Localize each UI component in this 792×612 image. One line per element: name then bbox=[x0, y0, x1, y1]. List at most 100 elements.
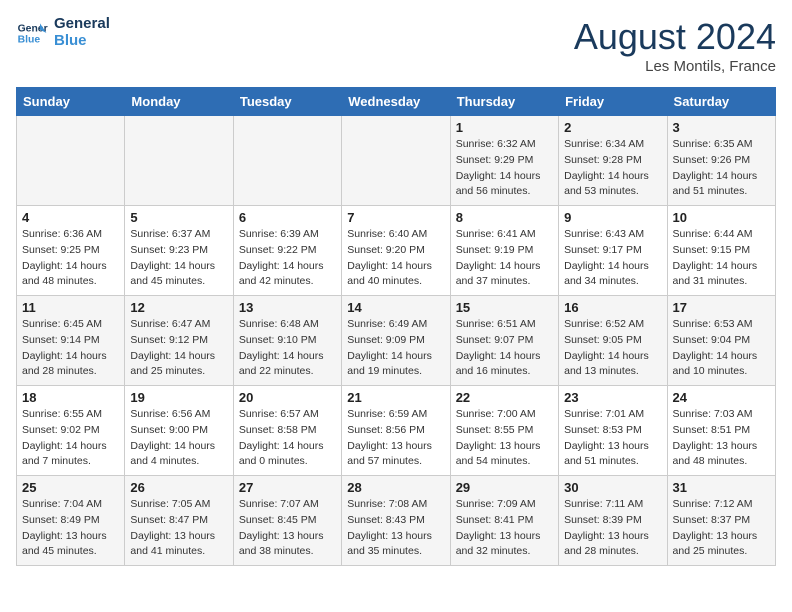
table-row: 22 Sunrise: 7:00 AMSunset: 8:55 PMDayligh… bbox=[450, 386, 558, 476]
day-number: 17 bbox=[673, 300, 770, 315]
day-info: Sunrise: 7:07 AMSunset: 8:45 PMDaylight:… bbox=[239, 497, 336, 560]
table-row: 26 Sunrise: 7:05 AMSunset: 8:47 PMDayligh… bbox=[125, 476, 233, 566]
day-number: 23 bbox=[564, 390, 661, 405]
day-info: Sunrise: 6:59 AMSunset: 8:56 PMDaylight:… bbox=[347, 407, 444, 470]
day-number: 20 bbox=[239, 390, 336, 405]
table-row: 9 Sunrise: 6:43 AMSunset: 9:17 PMDaylight… bbox=[559, 206, 667, 296]
day-number: 29 bbox=[456, 480, 553, 495]
table-row: 29 Sunrise: 7:09 AMSunset: 8:41 PMDayligh… bbox=[450, 476, 558, 566]
col-tuesday: Tuesday bbox=[233, 88, 341, 116]
day-info: Sunrise: 7:05 AMSunset: 8:47 PMDaylight:… bbox=[130, 497, 227, 560]
table-row: 19 Sunrise: 6:56 AMSunset: 9:00 PMDayligh… bbox=[125, 386, 233, 476]
day-number: 3 bbox=[673, 120, 770, 135]
table-row: 11 Sunrise: 6:45 AMSunset: 9:14 PMDayligh… bbox=[17, 296, 125, 386]
week-row-4: 18 Sunrise: 6:55 AMSunset: 9:02 PMDayligh… bbox=[17, 386, 776, 476]
day-info: Sunrise: 6:43 AMSunset: 9:17 PMDaylight:… bbox=[564, 227, 661, 290]
day-number: 9 bbox=[564, 210, 661, 225]
day-number: 26 bbox=[130, 480, 227, 495]
day-info: Sunrise: 7:11 AMSunset: 8:39 PMDaylight:… bbox=[564, 497, 661, 560]
day-number: 8 bbox=[456, 210, 553, 225]
day-info: Sunrise: 6:53 AMSunset: 9:04 PMDaylight:… bbox=[673, 317, 770, 380]
location-subtitle: Les Montils, France bbox=[574, 58, 776, 75]
day-info: Sunrise: 6:41 AMSunset: 9:19 PMDaylight:… bbox=[456, 227, 553, 290]
day-info: Sunrise: 6:32 AMSunset: 9:29 PMDaylight:… bbox=[456, 137, 553, 200]
table-row: 18 Sunrise: 6:55 AMSunset: 9:02 PMDayligh… bbox=[17, 386, 125, 476]
day-info: Sunrise: 6:57 AMSunset: 8:58 PMDaylight:… bbox=[239, 407, 336, 470]
day-number: 7 bbox=[347, 210, 444, 225]
day-info: Sunrise: 6:44 AMSunset: 9:15 PMDaylight:… bbox=[673, 227, 770, 290]
day-number: 11 bbox=[22, 300, 119, 315]
day-info: Sunrise: 6:51 AMSunset: 9:07 PMDaylight:… bbox=[456, 317, 553, 380]
day-info: Sunrise: 7:03 AMSunset: 8:51 PMDaylight:… bbox=[673, 407, 770, 470]
day-info: Sunrise: 7:12 AMSunset: 8:37 PMDaylight:… bbox=[673, 497, 770, 560]
col-monday: Monday bbox=[125, 88, 233, 116]
day-number: 28 bbox=[347, 480, 444, 495]
table-row: 3Sunrise: 6:35 AMSunset: 9:26 PMDaylight… bbox=[667, 116, 775, 206]
day-info: Sunrise: 6:49 AMSunset: 9:09 PMDaylight:… bbox=[347, 317, 444, 380]
day-number: 31 bbox=[673, 480, 770, 495]
day-info: Sunrise: 6:36 AMSunset: 9:25 PMDaylight:… bbox=[22, 227, 119, 290]
day-number: 12 bbox=[130, 300, 227, 315]
day-info: Sunrise: 7:09 AMSunset: 8:41 PMDaylight:… bbox=[456, 497, 553, 560]
day-number: 24 bbox=[673, 390, 770, 405]
week-row-1: 1 Sunrise: 6:32 AMSunset: 9:29 PMDaylight… bbox=[17, 116, 776, 206]
week-row-3: 11 Sunrise: 6:45 AMSunset: 9:14 PMDayligh… bbox=[17, 296, 776, 386]
table-row: 21 Sunrise: 6:59 AMSunset: 8:56 PMDayligh… bbox=[342, 386, 450, 476]
table-row: 28 Sunrise: 7:08 AMSunset: 8:43 PMDayligh… bbox=[342, 476, 450, 566]
day-number: 6 bbox=[239, 210, 336, 225]
table-row: 7Sunrise: 6:40 AMSunset: 9:20 PMDaylight… bbox=[342, 206, 450, 296]
day-number: 14 bbox=[347, 300, 444, 315]
table-row: 14 Sunrise: 6:49 AMSunset: 9:09 PMDayligh… bbox=[342, 296, 450, 386]
table-row bbox=[233, 116, 341, 206]
table-row bbox=[125, 116, 233, 206]
col-sunday: Sunday bbox=[17, 88, 125, 116]
title-block: August 2024 Les Montils, France bbox=[574, 16, 776, 75]
week-row-2: 4Sunrise: 6:36 AMSunset: 9:25 PMDaylight… bbox=[17, 206, 776, 296]
day-number: 15 bbox=[456, 300, 553, 315]
day-info: Sunrise: 7:00 AMSunset: 8:55 PMDaylight:… bbox=[456, 407, 553, 470]
table-row: 15 Sunrise: 6:51 AMSunset: 9:07 PMDayligh… bbox=[450, 296, 558, 386]
week-row-5: 25Sunrise: 7:04 AMSunset: 8:49 PMDayligh… bbox=[17, 476, 776, 566]
calendar-header-row: Sunday Monday Tuesday Wednesday Thursday… bbox=[17, 88, 776, 116]
logo-icon: General Blue bbox=[16, 17, 48, 49]
day-info: Sunrise: 7:01 AMSunset: 8:53 PMDaylight:… bbox=[564, 407, 661, 470]
table-row: 5Sunrise: 6:37 AMSunset: 9:23 PMDaylight… bbox=[125, 206, 233, 296]
day-info: Sunrise: 6:45 AMSunset: 9:14 PMDaylight:… bbox=[22, 317, 119, 380]
day-number: 5 bbox=[130, 210, 227, 225]
day-info: Sunrise: 6:56 AMSunset: 9:00 PMDaylight:… bbox=[130, 407, 227, 470]
day-info: Sunrise: 6:47 AMSunset: 9:12 PMDaylight:… bbox=[130, 317, 227, 380]
day-number: 1 bbox=[456, 120, 553, 135]
day-number: 21 bbox=[347, 390, 444, 405]
table-row: 24 Sunrise: 7:03 AMSunset: 8:51 PMDayligh… bbox=[667, 386, 775, 476]
logo-text: GeneralBlue bbox=[54, 16, 110, 49]
day-info: Sunrise: 7:08 AMSunset: 8:43 PMDaylight:… bbox=[347, 497, 444, 560]
table-row: 31 Sunrise: 7:12 AMSunset: 8:37 PMDayligh… bbox=[667, 476, 775, 566]
table-row: 27 Sunrise: 7:07 AMSunset: 8:45 PMDayligh… bbox=[233, 476, 341, 566]
day-number: 27 bbox=[239, 480, 336, 495]
table-row: 6Sunrise: 6:39 AMSunset: 9:22 PMDaylight… bbox=[233, 206, 341, 296]
svg-text:Blue: Blue bbox=[18, 34, 41, 45]
table-row: 30 Sunrise: 7:11 AMSunset: 8:39 PMDayligh… bbox=[559, 476, 667, 566]
month-title: August 2024 bbox=[574, 16, 776, 58]
day-number: 30 bbox=[564, 480, 661, 495]
table-row: 13 Sunrise: 6:48 AMSunset: 9:10 PMDayligh… bbox=[233, 296, 341, 386]
day-number: 22 bbox=[456, 390, 553, 405]
table-row: 12 Sunrise: 6:47 AMSunset: 9:12 PMDayligh… bbox=[125, 296, 233, 386]
day-info: Sunrise: 6:48 AMSunset: 9:10 PMDaylight:… bbox=[239, 317, 336, 380]
day-number: 18 bbox=[22, 390, 119, 405]
day-info: Sunrise: 6:55 AMSunset: 9:02 PMDaylight:… bbox=[22, 407, 119, 470]
day-number: 19 bbox=[130, 390, 227, 405]
col-saturday: Saturday bbox=[667, 88, 775, 116]
table-row: 10Sunrise: 6:44 AMSunset: 9:15 PMDayligh… bbox=[667, 206, 775, 296]
day-number: 25 bbox=[22, 480, 119, 495]
table-row: 8 Sunrise: 6:41 AMSunset: 9:19 PMDaylight… bbox=[450, 206, 558, 296]
table-row: 1 Sunrise: 6:32 AMSunset: 9:29 PMDaylight… bbox=[450, 116, 558, 206]
table-row: 4Sunrise: 6:36 AMSunset: 9:25 PMDaylight… bbox=[17, 206, 125, 296]
day-number: 13 bbox=[239, 300, 336, 315]
day-info: Sunrise: 6:34 AMSunset: 9:28 PMDaylight:… bbox=[564, 137, 661, 200]
col-wednesday: Wednesday bbox=[342, 88, 450, 116]
table-row bbox=[17, 116, 125, 206]
col-thursday: Thursday bbox=[450, 88, 558, 116]
table-row: 25Sunrise: 7:04 AMSunset: 8:49 PMDayligh… bbox=[17, 476, 125, 566]
table-row: 23 Sunrise: 7:01 AMSunset: 8:53 PMDayligh… bbox=[559, 386, 667, 476]
